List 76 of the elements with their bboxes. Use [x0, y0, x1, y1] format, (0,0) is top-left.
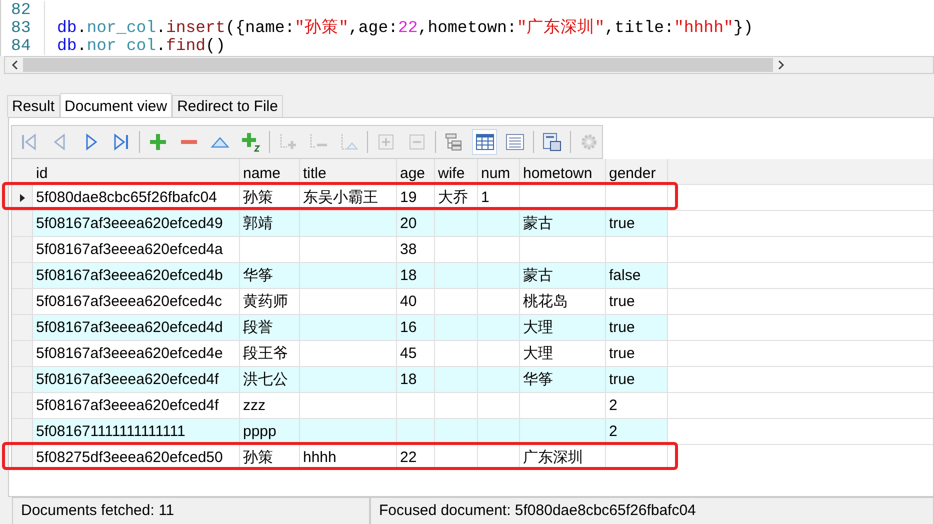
table-row[interactable]: 5f08167af3eeea620efced4f 洪七公 18 华筝 true: [12, 366, 933, 392]
table-cell: 郭靖: [240, 211, 300, 236]
line-number: 82: [1, 1, 45, 19]
status-text: Focused document: 5f080dae8cbc65f26fbafc04: [370, 498, 934, 524]
table-cell: 18: [397, 367, 435, 392]
table-cell: true: [606, 315, 668, 340]
status-text: Documents fetched: 11: [12, 498, 370, 524]
column-header[interactable]: hometown: [520, 159, 606, 184]
table-cell: 桃花岛: [520, 289, 606, 314]
table-cell: [435, 419, 478, 444]
scrollbar-thumb[interactable]: [23, 58, 773, 72]
table-row[interactable]: 5f08167af3eeea620efced4d 段誉 16 大理 true: [12, 314, 933, 340]
table-cell: [435, 315, 478, 340]
line-number: 83: [1, 19, 45, 37]
table-row[interactable]: 5f08167af3eeea620efced4b 华筝 18 蒙古 false: [12, 262, 933, 288]
table-cell: 段誉: [240, 315, 300, 340]
table-row[interactable]: 5f08167af3eeea620efced4e 段王爷 45 大理 true: [12, 340, 933, 366]
table-cell: [478, 367, 520, 392]
table-cell: true: [606, 211, 668, 236]
tab[interactable]: Redirect to File: [172, 95, 283, 117]
table-cell: 5f08167af3eeea620efced4d: [33, 315, 240, 340]
tab[interactable]: Document view: [60, 93, 172, 117]
table-cell: 5f081671111111111111: [33, 419, 240, 444]
table-row[interactable]: 5f08275df3eeea620efced50 孙策 hhhh 22 广东深圳: [12, 444, 933, 470]
column-header[interactable]: id: [33, 159, 240, 184]
table-cell: 5f08167af3eeea620efced4f: [33, 367, 240, 392]
scroll-right-icon[interactable]: [777, 60, 785, 70]
table-cell: [435, 367, 478, 392]
table-cell: 5f08167af3eeea620efced49: [33, 211, 240, 236]
table-cell: 5f08167af3eeea620efced4b: [33, 263, 240, 288]
table-row[interactable]: 5f08167af3eeea620efced4f zzz 2: [12, 392, 933, 418]
column-header[interactable]: gender: [606, 159, 668, 184]
table-cell: pppp: [240, 419, 300, 444]
table-cell: true: [606, 341, 668, 366]
table-cell: [435, 263, 478, 288]
table-cell: 蒙古: [520, 263, 606, 288]
horizontal-scrollbar[interactable]: [4, 56, 934, 74]
table-cell: [435, 211, 478, 236]
table-row[interactable]: 5f08167af3eeea620efced4a 38: [12, 236, 933, 262]
table-cell: [478, 315, 520, 340]
table-cell: [397, 419, 435, 444]
table-cell: [478, 263, 520, 288]
table-cell: [478, 211, 520, 236]
table-cell: true: [606, 367, 668, 392]
column-header[interactable]: num: [478, 159, 520, 184]
table-cell: 40: [397, 289, 435, 314]
table-cell: 洪七公: [240, 367, 300, 392]
table-icon[interactable]: [472, 129, 498, 155]
table-cell: 20: [397, 211, 435, 236]
column-header[interactable]: age: [397, 159, 435, 184]
tab[interactable]: Result: [7, 95, 60, 117]
code-editor[interactable]: 82 83 db.nor_col.insert({name:"孙策",age:22,hometown:"广东深圳",title:"hhhh"}) 84 db.nor col.find(): [0, 0, 934, 56]
table-cell: 黄药师: [240, 289, 300, 314]
table-cell: 段王爷: [240, 341, 300, 366]
table-row[interactable]: 5f08167af3eeea620efced4c 黄药师 40 桃花岛 true: [12, 288, 933, 314]
column-header[interactable]: name: [240, 159, 300, 184]
table-row[interactable]: 5f080dae8cbc65f26fbafc04 孙策 东吴小霸王 19 大乔 1: [12, 184, 933, 210]
code-line: db.nor col.find(): [57, 37, 226, 55]
table-cell: 16: [397, 315, 435, 340]
table-cell: true: [606, 289, 668, 314]
table-cell: 18: [397, 263, 435, 288]
table-cell: 华筝: [240, 263, 300, 288]
table-row[interactable]: 5f081671111111111111 pppp 2: [12, 418, 933, 444]
code-line: db.nor_col.insert({name:"孙策",age:22,hometown:"广东深圳",title:"hhhh"}): [57, 19, 754, 37]
column-header[interactable]: title: [300, 159, 397, 184]
table-cell: false: [606, 263, 668, 288]
table-cell: 蒙古: [520, 211, 606, 236]
table-cell: 华筝: [520, 367, 606, 392]
table-cell: 大理: [520, 315, 606, 340]
scroll-left-icon[interactable]: [11, 60, 19, 70]
table-row[interactable]: 5f08167af3eeea620efced49 郭靖 20 蒙古 true: [12, 210, 933, 236]
table-cell: 2: [606, 419, 668, 444]
table-cell: [478, 419, 520, 444]
column-header[interactable]: wife: [435, 159, 478, 184]
table-cell: 45: [397, 341, 435, 366]
line-number: 84: [1, 37, 45, 55]
